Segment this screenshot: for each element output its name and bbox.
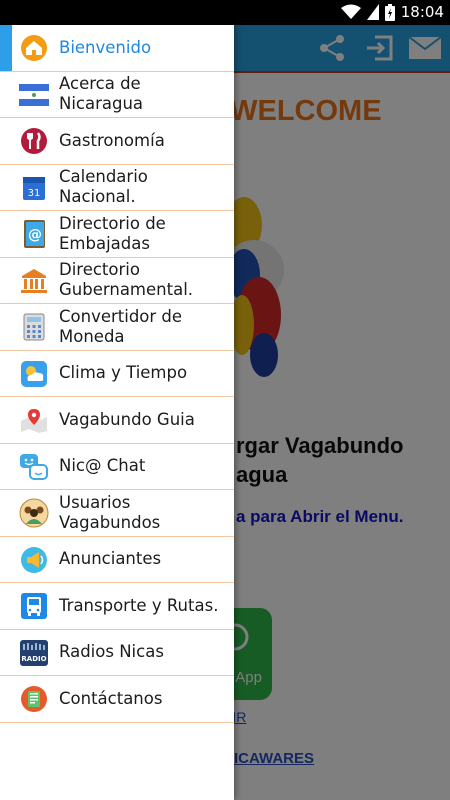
- drawer-item-anunciantes[interactable]: Anunciantes: [0, 537, 234, 583]
- drawer-item-label: Transporte y Rutas.: [59, 595, 219, 615]
- drawer-item-label: Convertidor de Moneda: [59, 306, 183, 346]
- bus-icon: [19, 591, 49, 621]
- chat-bubbles-icon: [19, 452, 49, 482]
- battery-icon: [384, 3, 395, 21]
- drawer-item-label: Calendario Nacional.: [59, 167, 148, 207]
- drawer-item-nic-chat[interactable]: Nic@ Chat: [0, 444, 234, 490]
- drawer-item-label: Nic@ Chat: [59, 456, 146, 476]
- drawer-item-transporte-y-rutas[interactable]: Transporte y Rutas.: [0, 583, 234, 630]
- wifi-icon: [340, 4, 361, 20]
- drawer-item-contactanos[interactable]: Contáctanos: [0, 676, 234, 723]
- drawer-menu: Bienvenido Acerca de Nicaragua Gastronom…: [0, 25, 234, 723]
- drawer-item-vagabundo-guia[interactable]: Vagabundo Guia: [0, 397, 234, 444]
- drawer-item-directorio-gubernamental[interactable]: Directorio Gubernamental.: [0, 258, 234, 304]
- drawer-item-usuarios-vagabundos[interactable]: Usuarios Vagabundos: [0, 490, 234, 537]
- drawer-item-label: Directorio de Embajadas: [59, 213, 166, 253]
- drawer-item-calendario-nacional[interactable]: 31 Calendario Nacional.: [0, 165, 234, 211]
- drawer-item-label: Contáctanos: [59, 688, 163, 708]
- drawer-item-clima-y-tiempo[interactable]: Clima y Tiempo: [0, 351, 234, 397]
- contact-icon: [19, 684, 49, 714]
- svg-text:RADIO: RADIO: [21, 655, 46, 663]
- drawer-item-label: Acerca de Nicaragua: [59, 74, 144, 114]
- drawer-item-label: Directorio Gubernamental.: [59, 260, 194, 300]
- drawer-item-label: Usuarios Vagabundos: [59, 492, 161, 532]
- svg-text:31: 31: [28, 188, 41, 199]
- drawer-item-directorio-de-embajadas[interactable]: @ Directorio de Embajadas: [0, 211, 234, 258]
- drawer-item-gastronomia[interactable]: Gastronomía: [0, 118, 234, 165]
- calculator-icon: [19, 312, 49, 342]
- active-indicator: [0, 25, 12, 71]
- fork-knife-icon: [19, 126, 49, 156]
- drawer-item-bienvenido[interactable]: Bienvenido: [0, 25, 234, 72]
- drawer-item-label: Vagabundo Guia: [59, 409, 195, 429]
- contacts-book-icon: @: [19, 219, 49, 249]
- map-pin-icon: [19, 405, 49, 435]
- drawer-item-label: Anunciantes: [59, 549, 162, 569]
- status-bar: 18:04: [0, 0, 450, 25]
- weather-icon: [19, 359, 49, 389]
- drawer-item-acerca-de-nicaragua[interactable]: Acerca de Nicaragua: [0, 72, 234, 118]
- status-icons: 18:04: [340, 3, 444, 21]
- drawer-item-label: Radios Nicas: [59, 642, 164, 662]
- users-group-icon: [19, 498, 49, 528]
- signal-icon: [366, 4, 379, 20]
- drawer-item-radios-nicas[interactable]: RADIO Radios Nicas: [0, 630, 234, 676]
- navigation-drawer: Bienvenido Acerca de Nicaragua Gastronom…: [0, 25, 234, 800]
- radio-icon: RADIO: [19, 638, 49, 668]
- svg-text:@: @: [28, 227, 42, 243]
- status-time: 18:04: [400, 3, 444, 21]
- drawer-item-label: Bienvenido: [59, 37, 152, 57]
- drawer-item-convertidor-de-moneda[interactable]: Convertidor de Moneda: [0, 304, 234, 351]
- drawer-item-label: Clima y Tiempo: [59, 363, 188, 383]
- calendar-icon: 31: [19, 173, 49, 203]
- megaphone-icon: [19, 545, 49, 575]
- home-icon: [19, 33, 49, 63]
- drawer-item-label: Gastronomía: [59, 130, 165, 150]
- nicaragua-flag-icon: [19, 80, 49, 110]
- government-building-icon: [19, 266, 49, 296]
